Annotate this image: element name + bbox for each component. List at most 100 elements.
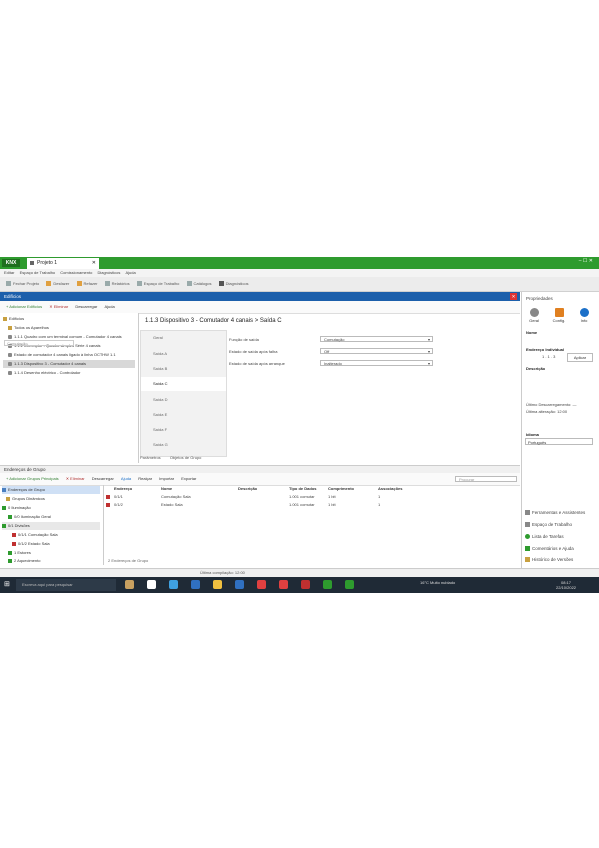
taskbar-app-icon[interactable] bbox=[257, 580, 266, 589]
tab-output-g[interactable]: Saída G bbox=[141, 438, 226, 452]
clock[interactable]: 08:17 22/10/2022 bbox=[556, 580, 576, 590]
taskbar-app-icon[interactable] bbox=[279, 580, 288, 589]
param-select[interactable]: Off bbox=[320, 348, 433, 355]
taskbar-app-icon[interactable] bbox=[125, 580, 134, 589]
menu-item[interactable]: Comissionamento bbox=[60, 270, 92, 275]
apply-button[interactable]: Aplicar bbox=[567, 353, 593, 362]
workspace-button[interactable]: Espaço de Trabalho bbox=[136, 277, 179, 291]
download-button[interactable]: Descarregar bbox=[75, 301, 97, 313]
taskbar-app-icon[interactable] bbox=[301, 580, 310, 589]
taskbar-app-icon[interactable] bbox=[213, 580, 222, 589]
project-tab[interactable]: Projeto 1 ✕ bbox=[27, 258, 99, 269]
folder-icon bbox=[8, 325, 12, 330]
taskbar-app-icon[interactable] bbox=[235, 580, 244, 589]
tree-item[interactable]: 0/1 Divisões bbox=[2, 522, 100, 530]
menu-item[interactable]: Ajuda bbox=[125, 270, 135, 275]
param-select[interactable]: Inalterado bbox=[320, 360, 433, 367]
config-button[interactable]: Config. bbox=[551, 308, 567, 323]
tools-link[interactable]: Ferramentas e Assistentes bbox=[525, 510, 585, 516]
column-header[interactable]: Nome bbox=[161, 486, 172, 491]
column-header[interactable]: Descrição bbox=[238, 486, 257, 491]
import-button[interactable]: Importar bbox=[159, 473, 174, 485]
tree-item[interactable]: 0/1/1 Comutação Sala bbox=[12, 531, 58, 539]
close-project-button[interactable]: Fechar Projeto bbox=[6, 277, 39, 291]
workspace-link[interactable]: Espaço de Trabalho bbox=[525, 522, 572, 528]
menu-item[interactable]: Espaço de Trabalho bbox=[20, 270, 56, 275]
taskbar-app-icon[interactable] bbox=[191, 580, 200, 589]
help-button[interactable]: Ajuda bbox=[104, 301, 114, 313]
tree-item[interactable]: 1.1.4 Desenho eléctrico - Controlador bbox=[8, 369, 80, 377]
search-input[interactable]: Procurar bbox=[455, 476, 517, 482]
tree-item-selected[interactable]: Endereços de Grupo bbox=[2, 486, 100, 494]
column-header[interactable]: Tipo de Dados bbox=[289, 486, 316, 491]
language-label: Idioma bbox=[526, 432, 539, 437]
taskbar-app-icon[interactable] bbox=[345, 580, 354, 589]
tab-output-b[interactable]: Saída B bbox=[141, 362, 226, 376]
tree-item[interactable]: Estado de comutador 4 canais ligado à li… bbox=[8, 351, 116, 359]
pane-title: Edifícios bbox=[4, 294, 22, 299]
taskbar-app-icon[interactable] bbox=[169, 580, 178, 589]
menu-item[interactable]: Editar bbox=[4, 270, 14, 275]
tasks-link[interactable]: Lista de Tarefas bbox=[525, 534, 564, 540]
tree-item[interactable]: Grupos Dinâmicos bbox=[6, 495, 45, 503]
add-main-groups-button[interactable]: + Adicionar Grupos Principais bbox=[6, 473, 59, 485]
tree-item[interactable]: 0 Iluminação bbox=[2, 504, 31, 512]
middle-group-icon bbox=[8, 550, 12, 555]
diagnostics-button[interactable]: Diagnósticos bbox=[218, 277, 249, 291]
close-pane-icon[interactable]: ✕ bbox=[510, 293, 517, 300]
table-row[interactable]: 0/1/1 Comutação Sala 1.001 comutar 1 bit… bbox=[106, 493, 520, 501]
taskbar-app-icon[interactable] bbox=[147, 580, 156, 589]
info-button[interactable]: Info bbox=[576, 308, 592, 323]
tree-item[interactable]: 0/1/2 Estado Sala bbox=[12, 540, 50, 548]
redo-button[interactable]: Refazer bbox=[76, 277, 98, 291]
taskbar-app-icon[interactable] bbox=[323, 580, 332, 589]
param-select[interactable]: Comutação bbox=[320, 336, 433, 343]
windows-start-icon[interactable]: ⊞ bbox=[4, 580, 12, 589]
history-link[interactable]: Histórico de Versões bbox=[525, 557, 573, 563]
tree-item[interactable]: 2 Aquecimento bbox=[8, 557, 40, 565]
tree-item[interactable]: 1 Estores bbox=[8, 549, 31, 557]
undo-button[interactable]: Desfazer bbox=[46, 277, 69, 291]
tab-output-f[interactable]: Saída F bbox=[141, 423, 226, 437]
table-row[interactable]: 0/1/2 Estado Sala 1.001 comutar 1 bit 1 bbox=[106, 501, 520, 509]
middle-group-icon bbox=[8, 558, 12, 563]
tree-item[interactable]: 0/0 Iluminação Geral bbox=[8, 513, 51, 521]
window-controls[interactable]: – ☐ ✕ bbox=[579, 258, 593, 264]
comments-link[interactable]: Comentários e Ajuda bbox=[525, 546, 574, 552]
menu-item[interactable]: Diagnósticos bbox=[97, 270, 120, 275]
help-button[interactable]: Ajuda bbox=[121, 473, 131, 485]
last-modified: Última alteração: 12:00 bbox=[526, 409, 568, 414]
project-tab-label: Projeto 1 bbox=[37, 260, 58, 266]
detail-title: 1.1.3 Dispositivo 3 - Comutador 4 canais… bbox=[145, 318, 282, 324]
general-button[interactable]: Geral bbox=[526, 308, 542, 323]
tab-output-d[interactable]: Saída D bbox=[141, 393, 226, 407]
address-value[interactable]: 1 . 1 . 3 bbox=[542, 354, 555, 359]
tree-item-selected[interactable]: 1.1.3 Dispositivo 3 - Comutador 4 canais bbox=[3, 360, 135, 368]
group-address-icon bbox=[106, 495, 110, 499]
download-button[interactable]: Descarregar bbox=[92, 473, 114, 485]
tree-item[interactable]: Todos os Aparelhos bbox=[8, 324, 49, 332]
catalogs-button[interactable]: Catálogos bbox=[186, 277, 212, 291]
main-toolbar: Fechar Projeto Desfazer Refazer Relatóri… bbox=[0, 277, 599, 292]
weather-tray[interactable]: 16°C Muito nublado bbox=[420, 580, 455, 585]
delete-button[interactable]: ✕ Eliminar bbox=[66, 473, 85, 485]
tab-parameters[interactable]: Parâmetros bbox=[140, 455, 161, 460]
name-field[interactable]: Comutação bbox=[4, 340, 74, 346]
language-select[interactable]: Português bbox=[525, 438, 593, 445]
column-header[interactable]: Endereço bbox=[114, 486, 132, 491]
column-header[interactable]: Comprimento bbox=[328, 486, 354, 491]
delete-button[interactable]: ✕ Eliminar bbox=[49, 301, 68, 313]
tab-general[interactable]: Geral bbox=[141, 331, 226, 345]
reports-button[interactable]: Relatórios bbox=[104, 277, 130, 291]
tab-output-e[interactable]: Saída E bbox=[141, 408, 226, 422]
column-header[interactable]: Associações bbox=[378, 486, 402, 491]
tab-output-a[interactable]: Saída A bbox=[141, 347, 226, 361]
tab-group-objects[interactable]: Objetos de Grupo bbox=[170, 455, 202, 460]
taskbar-search[interactable]: Escreva aqui para pesquisar bbox=[16, 579, 116, 591]
export-button[interactable]: Exportar bbox=[181, 473, 196, 485]
tree-item[interactable]: Edifícios bbox=[3, 315, 24, 323]
add-buildings-button[interactable]: + Adicionar Edifícios bbox=[6, 301, 42, 313]
highlight-button[interactable]: Realçar bbox=[138, 473, 152, 485]
tab-output-c[interactable]: Saída C bbox=[141, 377, 226, 391]
close-tab-icon[interactable]: ✕ bbox=[92, 258, 96, 269]
